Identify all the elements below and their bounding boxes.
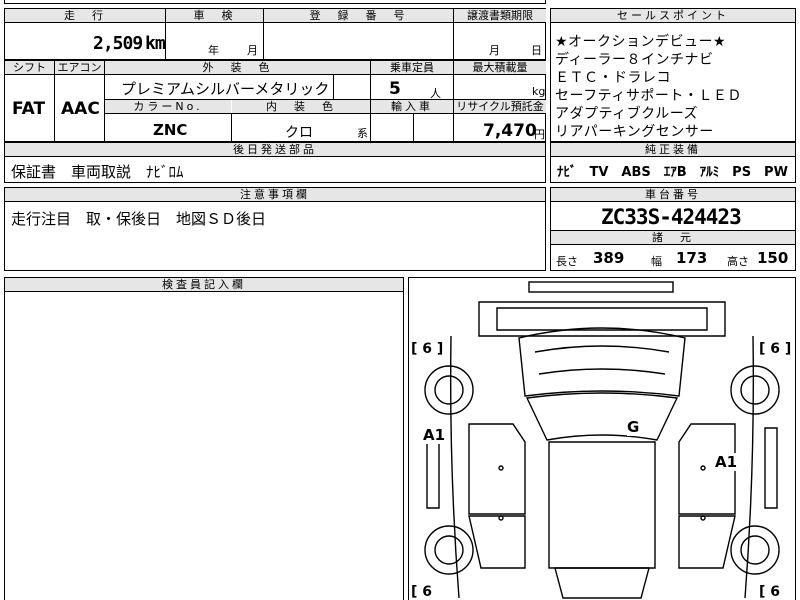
inspector-header: 検査員記入欄: [5, 278, 403, 292]
car-outline-diagram: [424, 281, 780, 599]
max-load-unit: kg: [532, 85, 546, 98]
damage-mark: G: [627, 418, 640, 436]
height-value: 150: [757, 249, 789, 267]
sales-points-header: セールスポイント: [551, 9, 795, 23]
genuine-equipment-value: ﾅﾋﾞ TV ABS ｴｱB ｱﾙﾐ PS PW: [557, 165, 788, 180]
interior-color-suffix: 系: [357, 127, 368, 140]
later-parts-value: 保証書 車両取説 ﾅﾋﾞﾛﾑ: [11, 163, 184, 181]
aircon-header: エアコン: [55, 61, 104, 75]
length-value: 389: [593, 249, 625, 267]
transfer-month-unit: 月: [489, 44, 500, 57]
damage-mark: A1: [715, 453, 738, 471]
aircon-value: AAC: [61, 99, 100, 119]
damage-mark: [ 6 ]: [759, 341, 792, 357]
capacity-value: 5: [389, 79, 401, 99]
chassis-value: ZC33S-424423: [601, 205, 742, 229]
recycle-value: 7,470: [483, 121, 537, 141]
damage-mark: A1: [423, 426, 446, 444]
mileage-header: 走 行: [5, 9, 165, 23]
sales-point-line: リアパーキングセンサー: [555, 124, 714, 140]
mileage-unit: km: [145, 33, 166, 54]
top-cut-strip: [4, 0, 546, 4]
notes-value: 走行注目 取・保後日 地図ＳＤ後日: [11, 210, 267, 228]
transfer-deadline-header: 譲渡書類期限: [454, 9, 546, 23]
inspection-month-unit: 月: [247, 44, 258, 57]
chassis-block: 車台番号 ZC33S-424423 諸 元 長さ 389 幅 173 高さ 15…: [550, 187, 796, 271]
sales-point-line: ディーラー８インチナビ: [555, 52, 714, 68]
damage-diagram-frame: [ 6 ] [ 6 ] A1 G A1 [ 6 [ 6: [408, 277, 796, 600]
import-header: 輸入車: [371, 100, 453, 114]
later-parts-header: 後日発送部品: [5, 143, 545, 157]
top-info-block: 走 行 車 検 登 録 番 号 譲渡書類期限 2,509 km 年 月 月 日: [4, 8, 546, 60]
damage-mark: [ 6: [759, 584, 781, 600]
interior-color-header: 内 装 色: [232, 100, 370, 114]
specs-header: 諸 元: [551, 231, 795, 245]
exterior-color-value: プレミアムシルバーメタリック: [121, 80, 330, 98]
shift-value: FAT: [12, 99, 46, 119]
inspector-block: 検査員記入欄: [4, 277, 404, 600]
interior-color-value: クロ: [285, 125, 313, 141]
capacity-unit: 人: [430, 87, 441, 100]
sales-points-block: セールスポイント ★オークションデビュー★ ディーラー８インチナビ ＥＴＣ・ドラ…: [550, 8, 796, 142]
height-label: 高さ: [727, 255, 749, 268]
genuine-equipment-header: 純正装備: [551, 143, 795, 157]
capacity-header: 乗車定員: [371, 61, 453, 75]
sales-point-line: セーフティサポート・ＬＥＤ: [555, 88, 742, 104]
registration-header: 登 録 番 号: [264, 9, 453, 23]
chassis-header: 車台番号: [551, 188, 795, 202]
inspection-year-unit: 年: [208, 44, 219, 57]
genuine-equipment-block: 純正装備 ﾅﾋﾞ TV ABS ｴｱB ｱﾙﾐ PS PW: [550, 142, 796, 183]
color-no-header: カラーNo.: [105, 100, 231, 114]
exterior-color-header: 外 装 色: [105, 61, 370, 75]
shift-header: シフト: [5, 61, 54, 75]
transfer-day-unit: 日: [531, 44, 542, 57]
color-no-value: ZNC: [153, 121, 188, 139]
max-load-header: 最大積載量: [454, 61, 546, 75]
recycle-header: リサイクル預託金: [454, 100, 546, 114]
sales-point-line: アダプティブクルーズ: [555, 106, 699, 122]
mileage-value: 2,509: [93, 33, 143, 54]
notes-block: 注意事項欄 走行注目 取・保後日 地図ＳＤ後日: [4, 187, 546, 271]
width-label: 幅: [651, 255, 662, 268]
later-parts-block: 後日発送部品 保証書 車両取説 ﾅﾋﾞﾛﾑ: [4, 142, 546, 183]
inspection-header: 車 検: [166, 9, 263, 23]
sales-point-line: ＥＴＣ・ドラレコ: [555, 70, 671, 86]
notes-header: 注意事項欄: [5, 188, 545, 202]
width-value: 173: [676, 249, 708, 267]
damage-mark: [ 6: [411, 584, 433, 600]
recycle-unit: 円: [534, 128, 545, 141]
length-label: 長さ: [556, 255, 578, 268]
vehicle-detail-block: シフト エアコン 外 装 色 乗車定員 最大積載量 カラーNo. 内 装 色 輸…: [4, 60, 546, 142]
damage-mark: [ 6 ]: [411, 341, 444, 357]
sales-point-line: ★オークションデビュー★: [555, 34, 727, 50]
